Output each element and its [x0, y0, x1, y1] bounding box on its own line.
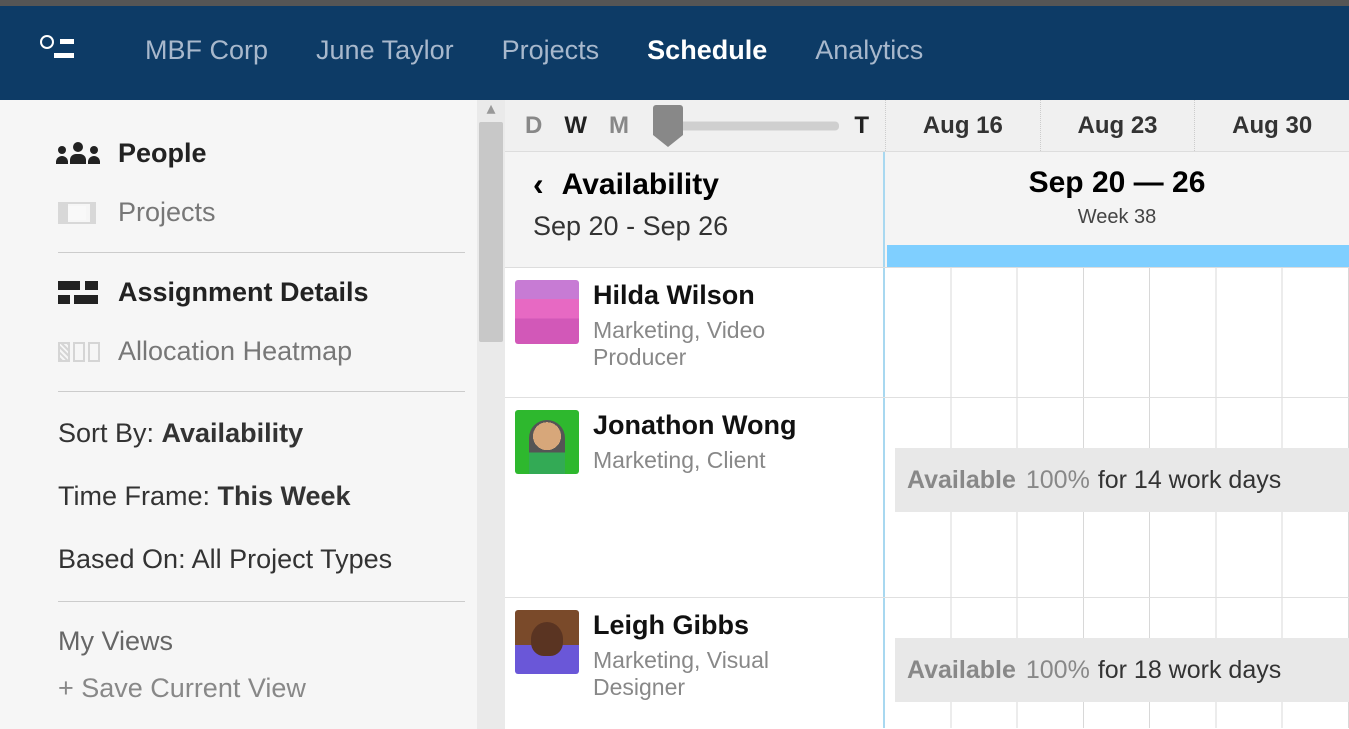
- person-role: Marketing, Visual Designer: [593, 647, 853, 701]
- filter-sort-by[interactable]: Sort By: Availability: [58, 402, 505, 465]
- zoom-day[interactable]: D: [525, 112, 542, 140]
- zoom-week[interactable]: W: [564, 112, 587, 140]
- filter-value: This Week: [218, 481, 351, 511]
- date-col[interactable]: Aug 23: [1040, 100, 1195, 151]
- availability-label: Available: [907, 466, 1016, 495]
- heatmap-icon: [58, 342, 100, 362]
- person-name: Jonathon Wong: [593, 410, 796, 441]
- window-top-strip: [0, 0, 1349, 6]
- availability-title: Availability: [562, 168, 719, 202]
- week-title: Sep 20 — 26: [885, 166, 1349, 200]
- sidebar: ▴ People Projects Assignment Details All…: [0, 100, 505, 729]
- people-icon: [58, 142, 98, 166]
- scroll-thumb[interactable]: [479, 122, 503, 342]
- nav-schedule[interactable]: Schedule: [647, 35, 767, 66]
- avatar[interactable]: [515, 410, 579, 474]
- sidebar-item-allocation-heatmap[interactable]: Allocation Heatmap: [58, 322, 505, 381]
- save-current-view[interactable]: + Save Current View: [58, 667, 505, 710]
- person-row[interactable]: Hilda Wilson Marketing, Video Producer: [505, 268, 1349, 398]
- availability-days: for 18 work days: [1098, 656, 1281, 685]
- person-timeline[interactable]: Available 100% for 14 work days: [883, 398, 1349, 597]
- zoom-slider[interactable]: [659, 119, 839, 133]
- sidebar-label: Allocation Heatmap: [118, 336, 352, 367]
- nav-analytics[interactable]: Analytics: [815, 35, 923, 66]
- filter-label: Sort By:: [58, 418, 162, 448]
- app-logo-icon[interactable]: [40, 33, 75, 68]
- person-timeline[interactable]: [883, 268, 1349, 397]
- week-summary: Sep 20 — 26 Week 38: [883, 152, 1349, 267]
- availability-bar[interactable]: Available 100% for 18 work days: [895, 638, 1349, 702]
- person-name: Leigh Gibbs: [593, 610, 853, 641]
- date-col[interactable]: Aug 16: [885, 100, 1040, 151]
- person-timeline[interactable]: Available 100% for 18 work days: [883, 598, 1349, 728]
- zoom-month[interactable]: M: [609, 112, 629, 140]
- sidebar-item-people[interactable]: People: [58, 124, 505, 183]
- zoom-level-picker[interactable]: D W M: [525, 112, 629, 140]
- divider: [58, 601, 465, 602]
- person-row[interactable]: Leigh Gibbs Marketing, Visual Designer A…: [505, 598, 1349, 728]
- availability-percent: 100%: [1026, 466, 1090, 495]
- filter-label: Time Frame:: [58, 481, 218, 511]
- person-role: Marketing, Video Producer: [593, 317, 853, 371]
- availability-bar[interactable]: Available 100% for 14 work days: [895, 448, 1349, 512]
- person-name: Hilda Wilson: [593, 280, 853, 311]
- week-highlight-bar: [887, 245, 1349, 267]
- sidebar-item-projects[interactable]: Projects: [58, 183, 505, 242]
- scroll-up-icon[interactable]: ▴: [477, 100, 505, 116]
- divider: [58, 391, 465, 392]
- availability-days: for 14 work days: [1098, 466, 1281, 495]
- availability-left: ‹ Availability Sep 20 - Sep 26: [505, 152, 883, 267]
- avatar[interactable]: [515, 610, 579, 674]
- sidebar-label: People: [118, 138, 207, 169]
- timeline-header: D W M T Aug 16 Aug 23 Aug 30: [505, 100, 1349, 152]
- date-col[interactable]: Aug 30: [1194, 100, 1349, 151]
- slider-knob-icon[interactable]: [653, 105, 683, 135]
- availability-label: Available: [907, 656, 1016, 685]
- top-nav: MBF Corp June Taylor Projects Schedule A…: [0, 0, 1349, 100]
- availability-subheader: ‹ Availability Sep 20 - Sep 26 Sep 20 — …: [505, 152, 1349, 268]
- filter-based-on[interactable]: Based On: All Project Types: [58, 528, 505, 591]
- availability-range: Sep 20 - Sep 26: [533, 211, 883, 242]
- avatar[interactable]: [515, 280, 579, 344]
- today-marker[interactable]: T: [854, 112, 869, 140]
- filter-time-frame[interactable]: Time Frame: This Week: [58, 465, 505, 528]
- nav-user[interactable]: June Taylor: [316, 35, 454, 66]
- person-row[interactable]: Jonathon Wong Marketing, Client Availabl…: [505, 398, 1349, 598]
- person-role: Marketing, Client: [593, 447, 796, 474]
- filter-label: Based On:: [58, 544, 192, 574]
- nav-projects[interactable]: Projects: [502, 35, 600, 66]
- filter-value: All Project Types: [192, 544, 393, 574]
- my-views-heading: My Views: [58, 612, 505, 667]
- sidebar-label: Projects: [118, 197, 216, 228]
- slider-track: [659, 121, 839, 130]
- sidebar-scrollbar[interactable]: ▴: [477, 100, 505, 729]
- projects-icon: [58, 202, 96, 224]
- back-chevron-icon[interactable]: ‹: [533, 166, 544, 203]
- week-number: Week 38: [885, 206, 1349, 229]
- filter-value: Availability: [162, 418, 304, 448]
- nav-org[interactable]: MBF Corp: [145, 35, 268, 66]
- assignment-icon: [58, 281, 98, 305]
- availability-percent: 100%: [1026, 656, 1090, 685]
- sidebar-label: Assignment Details: [118, 277, 369, 308]
- date-columns: Aug 16 Aug 23 Aug 30: [885, 100, 1349, 151]
- schedule-content: D W M T Aug 16 Aug 23 Aug 30 ‹ Availabil…: [505, 100, 1349, 729]
- divider: [58, 252, 465, 253]
- sidebar-item-assignment-details[interactable]: Assignment Details: [58, 263, 505, 322]
